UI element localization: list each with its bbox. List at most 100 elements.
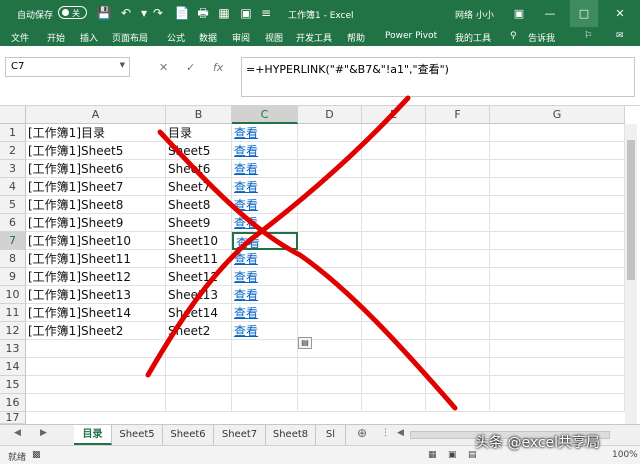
cell-empty[interactable] xyxy=(362,178,426,196)
cell-empty[interactable] xyxy=(426,268,490,286)
formula-input[interactable]: =+HYPERLINK("#"&B7&"!a1","查看") xyxy=(241,57,635,97)
menu-page-layout[interactable]: 页面布局 xyxy=(112,31,148,44)
cell-a[interactable]: [工作簿1]Sheet11 xyxy=(26,250,166,268)
cell-empty[interactable] xyxy=(298,142,362,160)
cell-empty[interactable] xyxy=(426,214,490,232)
cell-empty[interactable] xyxy=(232,376,298,394)
menu-insert[interactable]: 插入 xyxy=(80,31,98,44)
zoom-level[interactable]: 100% xyxy=(612,450,638,460)
normal-view-icon[interactable]: ▦ xyxy=(428,450,437,460)
new-file-icon[interactable]: 📄 xyxy=(174,5,190,21)
cell-empty[interactable] xyxy=(298,268,362,286)
cell-b[interactable]: Sheet2 xyxy=(166,322,232,340)
enter-icon[interactable]: ✓ xyxy=(186,61,195,74)
row-header[interactable]: 3 xyxy=(0,160,26,178)
cell-empty[interactable] xyxy=(490,142,625,160)
prev-sheet-icon[interactable]: ◀ xyxy=(14,428,21,438)
cell-empty[interactable] xyxy=(426,286,490,304)
save-icon[interactable]: 💾 xyxy=(96,5,112,21)
cell-empty[interactable] xyxy=(426,142,490,160)
sheet-tab[interactable]: Sheet5 xyxy=(112,425,163,445)
cell-empty[interactable] xyxy=(490,286,625,304)
cell-c-link[interactable]: 查看 xyxy=(232,250,298,268)
cell-empty[interactable] xyxy=(426,196,490,214)
menu-help[interactable]: 帮助 xyxy=(347,31,365,44)
cell-empty[interactable] xyxy=(26,394,166,412)
cell-b[interactable]: Sheet13 xyxy=(166,286,232,304)
cell-a[interactable]: [工作簿1]Sheet9 xyxy=(26,214,166,232)
cell-empty[interactable] xyxy=(362,304,426,322)
cell-c-link[interactable]: 查看 xyxy=(232,196,298,214)
cell-empty[interactable] xyxy=(298,376,362,394)
menu-my-tools[interactable]: 我的工具 xyxy=(455,31,491,44)
cell-empty[interactable] xyxy=(490,304,625,322)
minimize-icon[interactable]: — xyxy=(536,0,564,27)
cell-empty[interactable] xyxy=(362,340,426,358)
cell-a[interactable]: [工作簿1]Sheet14 xyxy=(26,304,166,322)
cell-empty[interactable] xyxy=(26,376,166,394)
cell-empty[interactable] xyxy=(426,178,490,196)
cell-empty[interactable] xyxy=(298,304,362,322)
column-header-c[interactable]: C xyxy=(232,106,298,124)
next-sheet-icon[interactable]: ▶ xyxy=(40,428,47,438)
cell-empty[interactable] xyxy=(232,358,298,376)
close-icon[interactable]: ✕ xyxy=(606,0,634,27)
scroll-left-icon[interactable]: ◀ xyxy=(397,428,404,438)
row-header[interactable]: 16 xyxy=(0,394,26,412)
cancel-icon[interactable]: ✕ xyxy=(159,61,168,74)
share-icon[interactable]: ⚐ xyxy=(584,31,592,41)
cell-b[interactable]: Sheet10 xyxy=(166,232,232,250)
cell-empty[interactable] xyxy=(362,322,426,340)
name-box[interactable]: C7 ▼ xyxy=(5,57,130,77)
macro-record-icon[interactable]: ▩ xyxy=(32,450,41,460)
cell-b[interactable]: Sheet7 xyxy=(166,178,232,196)
cell-empty[interactable] xyxy=(298,232,362,250)
row-header[interactable]: 14 xyxy=(0,358,26,376)
cell-empty[interactable] xyxy=(490,340,625,358)
cell-a[interactable]: [工作簿1]Sheet5 xyxy=(26,142,166,160)
cell-a[interactable] xyxy=(26,340,166,358)
select-all-corner[interactable] xyxy=(0,106,26,124)
cell-empty[interactable] xyxy=(490,394,625,412)
row-header[interactable]: 17 xyxy=(0,412,26,424)
page-layout-view-icon[interactable]: ▣ xyxy=(448,450,457,460)
cell-empty[interactable] xyxy=(362,268,426,286)
column-header-b[interactable]: B xyxy=(166,106,232,124)
cell-empty[interactable] xyxy=(426,250,490,268)
add-sheet-icon[interactable]: ⊕ xyxy=(357,426,367,440)
cell-empty[interactable] xyxy=(362,142,426,160)
paste-options-icon[interactable]: ▤ xyxy=(298,337,312,349)
cell-c-link[interactable]: 查看 xyxy=(232,160,298,178)
cell-c-link[interactable]: 查看 xyxy=(232,322,298,340)
cell-empty[interactable] xyxy=(362,124,426,142)
cell-a[interactable]: [工作簿1]Sheet12 xyxy=(26,268,166,286)
row-header[interactable]: 2 xyxy=(0,142,26,160)
undo-icon[interactable]: ↶ xyxy=(118,5,134,21)
table-icon[interactable]: ▦ xyxy=(216,5,232,21)
cell-empty[interactable] xyxy=(298,214,362,232)
cell-c-link[interactable]: 查看 xyxy=(232,268,298,286)
row-header[interactable]: 11 xyxy=(0,304,26,322)
cell-b[interactable]: 目录 xyxy=(166,124,232,142)
cell-empty[interactable] xyxy=(490,196,625,214)
cell-empty[interactable] xyxy=(298,250,362,268)
cell-c-link[interactable]: 查看 xyxy=(232,304,298,322)
sheet-tab[interactable]: Sheet7 xyxy=(214,425,266,445)
cell-empty[interactable] xyxy=(298,358,362,376)
cell-empty[interactable] xyxy=(298,286,362,304)
cell-c-link[interactable]: 查看 xyxy=(232,142,298,160)
menu-tell-me[interactable]: 告诉我 xyxy=(528,31,555,44)
cell-empty[interactable] xyxy=(426,160,490,178)
menu-formulas[interactable]: 公式 xyxy=(167,31,185,44)
cell-empty[interactable] xyxy=(426,322,490,340)
column-header-a[interactable]: A xyxy=(26,106,166,124)
autosave-toggle[interactable]: 关 xyxy=(58,6,87,19)
row-header[interactable]: 6 xyxy=(0,214,26,232)
menu-developer[interactable]: 开发工具 xyxy=(296,31,332,44)
menu-file[interactable]: 文件 xyxy=(11,31,29,44)
row-header[interactable]: 12 xyxy=(0,322,26,340)
row-header[interactable]: 7 xyxy=(0,232,26,250)
more-options-icon[interactable]: ⋮ xyxy=(381,428,390,438)
cell-a[interactable]: [工作簿1]目录 xyxy=(26,124,166,142)
cell-empty[interactable] xyxy=(426,340,490,358)
